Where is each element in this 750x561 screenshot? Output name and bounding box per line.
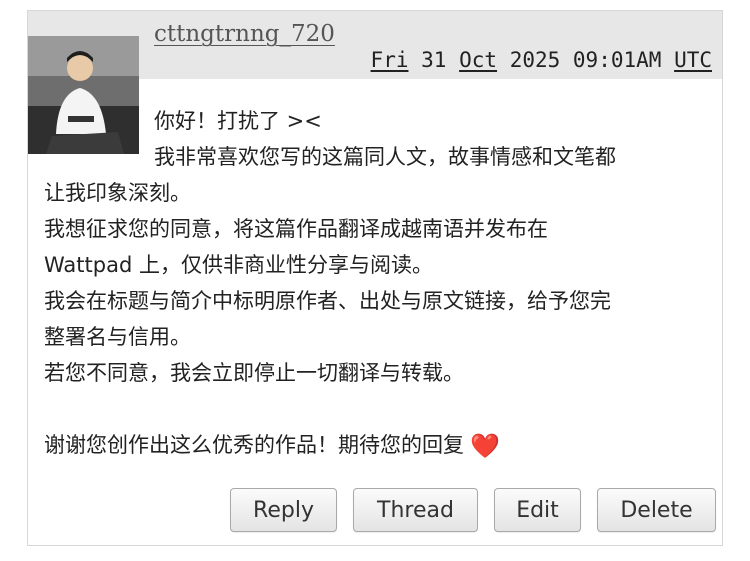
comment-actions: Reply Thread Edit Delete [28,488,722,534]
heart-icon: ❤️ [470,432,500,460]
body-line: 谢谢您创作出这么优秀的作品！期待您的回复 ❤️ [44,427,714,464]
timezone-link[interactable]: UTC [674,48,712,72]
edit-button[interactable]: Edit [494,488,581,532]
thread-button[interactable]: Thread [353,488,478,532]
timestamp-day: 31 [421,48,447,72]
comment-timestamp: Fri 31 Oct 2025 09:01AM UTC [371,48,712,72]
username-link[interactable]: cttngtrnng_720 [154,21,335,47]
avatar[interactable] [28,36,139,154]
body-line: 让我印象深刻。 [44,181,191,205]
timestamp-year-time: 2025 09:01AM [509,48,662,72]
comment-card: cttngtrnng_720 Fri 31 Oct 2025 09:01AM U… [27,10,723,546]
body-line: Wattpad 上，仅供非商业性分享与阅读。 [44,253,433,277]
body-line: 我会在标题与简介中标明原作者、出处与原文链接，给予您完 [44,289,611,313]
body-line: ​ [44,391,714,427]
reply-button[interactable]: Reply [230,488,337,532]
comment-meta: cttngtrnng_720 Fri 31 Oct 2025 09:01AM U… [150,19,720,79]
user-photo-avatar-icon [28,36,139,154]
month-link[interactable]: Oct [459,48,497,72]
body-line: 我非常喜欢您写的这篇同人文，故事情感和文笔都 [154,145,616,169]
weekday-link[interactable]: Fri [371,48,409,72]
body-line: 整署名与信用。 [44,325,191,349]
closing-text: 谢谢您创作出这么优秀的作品！期待您的回复 [44,433,464,457]
delete-button[interactable]: Delete [597,488,716,532]
body-line: 我想征求您的同意，将这篇作品翻译成越南语并发布在 [44,217,548,241]
body-line: 若您不同意，我会立即停止一切翻译与转载。 [44,361,464,385]
comment-body: 你好！打扰了 >< 我非常喜欢您写的这篇同人文，故事情感和文笔都 让我印象深刻。… [44,103,714,464]
body-line: 你好！打扰了 >< [154,109,322,133]
